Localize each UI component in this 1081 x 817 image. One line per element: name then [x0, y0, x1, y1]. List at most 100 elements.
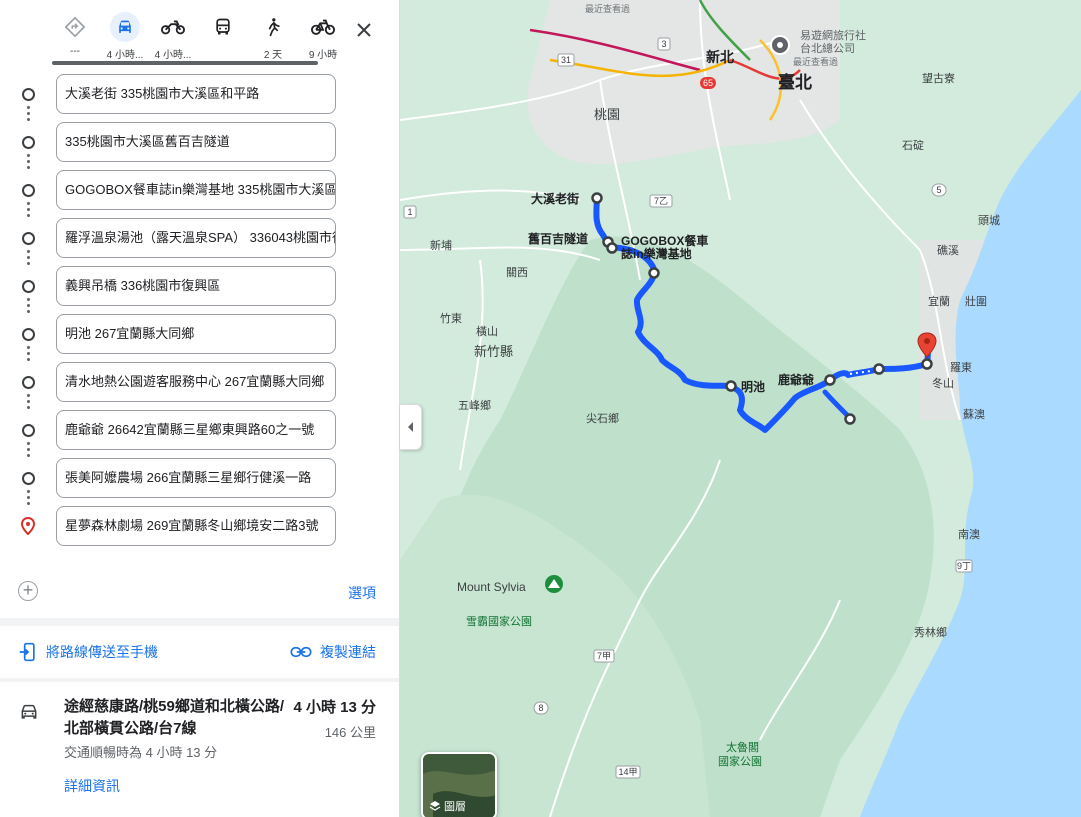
- label-mingchi: 明池: [741, 379, 765, 394]
- collapse-panel-button[interactable]: [400, 404, 422, 450]
- label-taoyuan: 桃園: [594, 107, 620, 122]
- copy-link-label: 複製連結: [320, 644, 376, 660]
- mode-best[interactable]: ---: [50, 10, 100, 64]
- shield-3: 3: [661, 39, 666, 49]
- mode-walking-label: 2 天: [263, 50, 283, 61]
- send-to-phone-label: 將路線傳送至手機: [46, 644, 158, 660]
- directions-diamond-icon: [60, 12, 90, 42]
- route-via-text: 途經慈康路/桃59鄉道和北橫公路/北部橫貫公路/台7線: [64, 698, 285, 737]
- label-zhudong: 竹東: [440, 311, 462, 325]
- label-xinpu: 新埔: [430, 238, 452, 252]
- label-wufeng: 五峰鄉: [458, 399, 491, 412]
- shield-1: 1: [407, 207, 412, 217]
- shield-7g: 7甲: [597, 651, 611, 661]
- map-canvas[interactable]: 31 3 65 7乙 5 1 9丁 7甲 8 14甲 易遊網旅行社 台北總公司 …: [400, 0, 1081, 817]
- stop-input[interactable]: 張美阿嬤農場 266宜蘭縣三星鄉行健溪一路: [56, 458, 336, 498]
- shield-31: 31: [561, 55, 571, 65]
- mode-scrollbar[interactable]: [52, 61, 318, 65]
- label-zhuangwei: 壯圍: [965, 294, 987, 308]
- label-luodong: 羅東: [950, 361, 972, 374]
- shield-7z: 7乙: [654, 196, 668, 206]
- route-option[interactable]: 途經慈康路/桃59鄉道和北橫公路/北部橫貫公路/台7線 4 小時 13 分 14…: [0, 682, 399, 817]
- mode-walking[interactable]: 2 天: [248, 10, 298, 64]
- stop-input[interactable]: 羅浮溫泉湯池（露天溫泉SPA） 336043桃園市復興區: [56, 218, 336, 258]
- waypoint-marker: [725, 380, 737, 392]
- stop-row: GOGOBOX餐車誌in樂灣基地 335桃園市大溪區: [0, 170, 399, 217]
- waypoint-dot-icon: [22, 328, 35, 341]
- shield-14: 14甲: [618, 767, 637, 777]
- label-travel-agency-sub: 台北總公司: [800, 41, 855, 55]
- label-toucheng: 頭城: [978, 214, 1000, 227]
- label-jianshi: 尖石鄉: [586, 412, 619, 425]
- label-dongshan: 冬山: [932, 376, 954, 390]
- stop-row: 鹿爺爺 26642宜蘭縣三星鄉東興路60之一號: [0, 410, 399, 457]
- add-destination-icon[interactable]: +: [18, 581, 38, 601]
- waypoint-dot-icon: [22, 232, 35, 245]
- label-shiding: 石碇: [902, 138, 924, 152]
- label-wanglian: 望古寮: [922, 71, 955, 85]
- mode-transit[interactable]: [198, 10, 248, 64]
- stop-row: 明池 267宜蘭縣大同鄉: [0, 314, 399, 361]
- link-icon: [290, 646, 312, 658]
- copy-link-button[interactable]: 複製連結: [290, 642, 376, 662]
- route-details-link[interactable]: 詳細資訊: [64, 776, 120, 796]
- mode-driving[interactable]: 4 小時...: [100, 10, 150, 64]
- layers-label-wrap: 圖層: [429, 798, 466, 814]
- waypoint-marker: [606, 242, 618, 254]
- waypoint-dot-icon: [22, 88, 35, 101]
- label-travel-agency: 易遊網旅行社: [800, 28, 866, 42]
- label-mount-sylvia: Mount Sylvia: [457, 580, 526, 594]
- stop-input[interactable]: 清水地熱公園遊客服務中心 267宜蘭縣大同鄉: [56, 362, 336, 402]
- label-xiulin: 秀林鄉: [914, 625, 947, 639]
- waypoint-marker: [824, 374, 836, 386]
- stop-input[interactable]: 星夢森林劇場 269宜蘭縣冬山鄉境安二路3號: [56, 506, 336, 546]
- label-hsinchu-county: 新竹縣: [474, 344, 513, 359]
- label-luyeye: 鹿爺爺: [778, 372, 815, 387]
- label-suao: 蘇澳: [963, 408, 985, 421]
- stop-input[interactable]: 明池 267宜蘭縣大同鄉: [56, 314, 336, 354]
- layers-icon: [429, 801, 441, 811]
- label-city-xinbei: 新北: [706, 49, 734, 65]
- route-duration: 4 小時 13 分: [293, 699, 376, 716]
- mode-bicycle[interactable]: 9 小時: [298, 10, 348, 64]
- send-to-phone-button[interactable]: 將路線傳送至手機: [18, 642, 158, 662]
- waypoint-marker: [873, 363, 885, 375]
- stop-row: 張美阿嬤農場 266宜蘭縣三星鄉行健溪一路: [0, 458, 399, 505]
- divider: [0, 618, 399, 626]
- options-button[interactable]: 選項: [348, 583, 376, 603]
- shield-9t: 9丁: [957, 561, 971, 571]
- waypoint-marker: [648, 267, 660, 279]
- label-gogobox-1: GOGOBOX餐車: [621, 233, 708, 248]
- layers-label: 圖層: [444, 801, 466, 813]
- shield-65: 65: [703, 78, 713, 88]
- stop-row: 羅浮溫泉湯池（露天溫泉SPA） 336043桃園市復興區: [0, 218, 399, 265]
- mode-best-label: ---: [70, 46, 80, 57]
- stop-input[interactable]: GOGOBOX餐車誌in樂灣基地 335桃園市大溪區: [56, 170, 336, 210]
- close-icon[interactable]: [350, 16, 378, 44]
- stop-input[interactable]: 義興吊橋 336桃園市復興區: [56, 266, 336, 306]
- stop-input[interactable]: 大溪老街 335桃園市大溪區和平路: [56, 74, 336, 114]
- label-gogobox-2: 誌in樂灣基地: [621, 246, 692, 261]
- label-baiji: 舊百吉隧道: [528, 231, 588, 246]
- shield-8: 8: [538, 703, 543, 713]
- label-shei-pa: 雪霸國家公園: [466, 614, 532, 628]
- destination-pin-icon: [20, 516, 36, 540]
- route-traffic-note: 交通順暢時為 4 小時 13 分: [64, 745, 218, 760]
- stop-row: 大溪老街 335桃園市大溪區和平路: [0, 74, 399, 121]
- mode-motorcycle[interactable]: 4 小時...: [148, 10, 198, 64]
- mode-motorcycle-label: 4 小時...: [154, 50, 192, 61]
- stop-row: 義興吊橋 336桃園市復興區: [0, 266, 399, 313]
- stop-row: 星夢森林劇場 269宜蘭縣冬山鄉境安二路3號: [0, 506, 399, 548]
- layers-button[interactable]: 圖層: [421, 752, 497, 817]
- stop-input[interactable]: 335桃園市大溪區舊百吉隧道: [56, 122, 336, 162]
- directions-panel: --- 4 小時... 4 小時... 2 天 9 小時 大溪老街 335桃園市…: [0, 0, 400, 817]
- label-jiaoxi: 礁溪: [937, 243, 959, 257]
- label-city-taipei: 臺北: [778, 72, 812, 92]
- bus-icon: [208, 12, 238, 42]
- waypoint-dot-icon: [22, 136, 35, 149]
- label-recent-2: 最近查看過: [793, 56, 838, 67]
- label-nanao: 南澳: [958, 528, 980, 541]
- waypoint-dot-icon: [22, 280, 35, 293]
- label-taroko-sub: 國家公園: [718, 754, 762, 768]
- stop-input[interactable]: 鹿爺爺 26642宜蘭縣三星鄉東興路60之一號: [56, 410, 336, 450]
